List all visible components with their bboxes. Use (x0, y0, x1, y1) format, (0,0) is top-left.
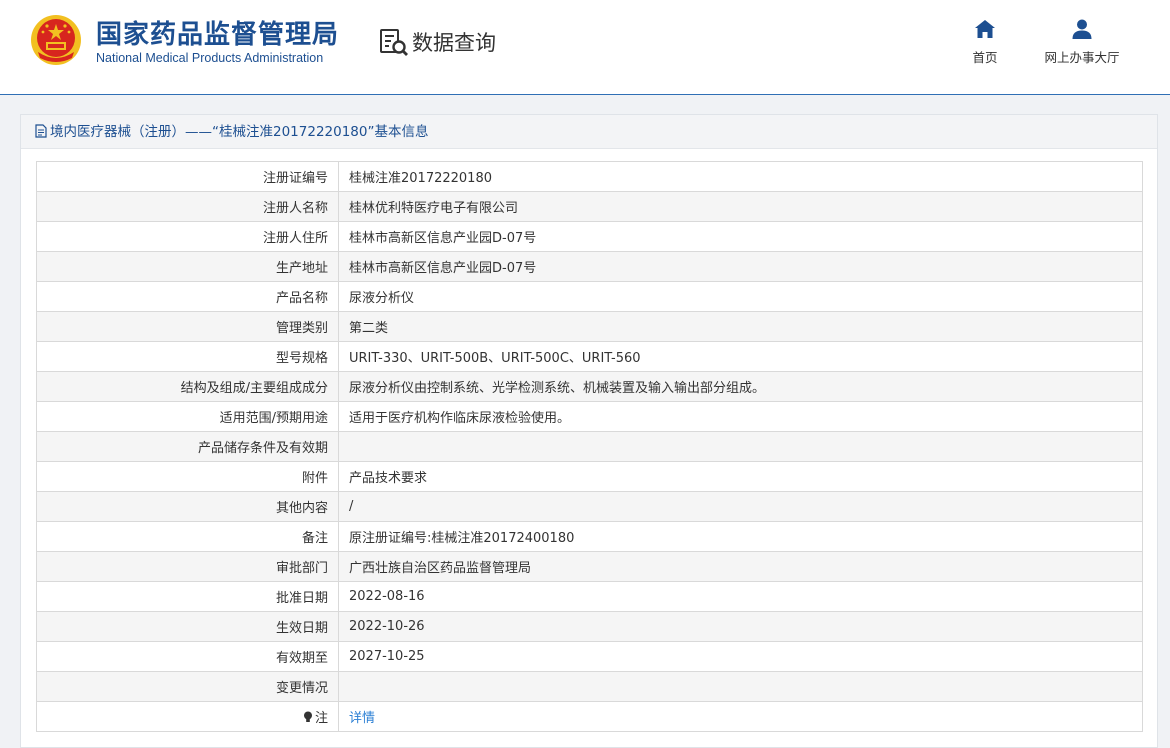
field-label: 注册人住所 (36, 221, 339, 252)
panel-title: 境内医疗器械（注册）——“桂械注准20172220180”基本信息 (21, 115, 1157, 149)
nav-online-service-hall[interactable]: 网上办事大厅 (1034, 18, 1130, 66)
field-value (338, 671, 1143, 702)
table-row: 附件 产品技术要求 (36, 461, 1143, 492)
table-row: 型号规格 URIT-330、URIT-500B、URIT-500C、URIT-56… (36, 341, 1143, 372)
registration-info-table: 注册证编号 桂械注准20172220180 注册人名称 桂林优利特医疗电子有限公司 注册… (36, 161, 1143, 732)
national-emblem-logo[interactable] (30, 14, 82, 66)
document-icon (35, 124, 47, 138)
nav-online-service-hall-label: 网上办事大厅 (1044, 50, 1120, 65)
field-value: 产品技术要求 (338, 461, 1143, 492)
field-value: 适用于医疗机构作临床尿液检验使用。 (338, 401, 1143, 432)
field-label: 型号规格 (36, 341, 339, 372)
table-row: 批准日期 2022-08-16 (36, 581, 1143, 612)
table-row: 注册人住所 桂林市高新区信息产业园D-07号 (36, 221, 1143, 252)
table-row: 有效期至 2027-10-25 (36, 641, 1143, 672)
field-label: 审批部门 (36, 551, 339, 582)
table-row: 管理类别 第二类 (36, 311, 1143, 342)
field-value: 尿液分析仪 (338, 281, 1143, 312)
note-value-cell: 详情 (338, 701, 1143, 732)
table-row: 注册人名称 桂林优利特医疗电子有限公司 (36, 191, 1143, 222)
site-header: 国家药品监督管理局 National Medical Products Admi… (0, 0, 1170, 95)
table-row: 其他内容 / (36, 491, 1143, 522)
brand-title-cn: 国家药品监督管理局 (96, 20, 340, 50)
table-row: 产品储存条件及有效期 (36, 431, 1143, 462)
lightbulb-icon (303, 711, 312, 722)
data-query-label: 数据查询 (412, 31, 496, 55)
table-row: 生产地址 桂林市高新区信息产业园D-07号 (36, 251, 1143, 282)
field-label: 其他内容 (36, 491, 339, 522)
field-label: 生产地址 (36, 251, 339, 282)
field-label: 管理类别 (36, 311, 339, 342)
field-value: 2027-10-25 (338, 641, 1143, 672)
table-row-note: 注 详情 (36, 701, 1143, 732)
home-icon (975, 20, 995, 38)
field-label: 产品名称 (36, 281, 339, 312)
table-row: 注册证编号 桂械注准20172220180 (36, 161, 1143, 192)
brand-title-en: National Medical Products Administration (96, 51, 324, 65)
details-link[interactable]: 详情 (349, 711, 375, 726)
note-key-label: 注 (314, 711, 328, 726)
table-row: 审批部门 广西壮族自治区药品监督管理局 (36, 551, 1143, 582)
field-label: 附件 (36, 461, 339, 492)
field-value: 桂林优利特医疗电子有限公司 (338, 191, 1143, 222)
table-row: 生效日期 2022-10-26 (36, 611, 1143, 642)
detail-panel: 境内医疗器械（注册）——“桂械注准20172220180”基本信息 注册证编号桂… (20, 114, 1158, 748)
field-label: 有效期至 (36, 641, 339, 672)
table-row: 变更情况 (36, 671, 1143, 702)
data-query-title: 数据查询 (378, 24, 496, 60)
field-label: 注册人名称 (36, 191, 339, 222)
field-value: 原注册证编号:桂械注准20172400180 (338, 521, 1143, 552)
nav-home-label: 首页 (972, 50, 998, 65)
field-value: 第二类 (338, 311, 1143, 342)
user-icon (1072, 19, 1092, 39)
field-value (338, 431, 1143, 462)
field-label: 结构及组成/主要组成成分 (36, 371, 339, 402)
note-key-cell: 注 (36, 701, 339, 732)
document-search-icon (380, 29, 408, 56)
field-value: 桂械注准20172220180 (338, 161, 1143, 192)
field-value: 2022-10-26 (338, 611, 1143, 642)
field-value: URIT-330、URIT-500B、URIT-500C、URIT-560 (338, 341, 1143, 372)
field-value: / (338, 491, 1143, 522)
field-label: 生效日期 (36, 611, 339, 642)
table-row: 适用范围/预期用途 适用于医疗机构作临床尿液检验使用。 (36, 401, 1143, 432)
table-row: 产品名称 尿液分析仪 (36, 281, 1143, 312)
table-row: 结构及组成/主要组成成分 尿液分析仪由控制系统、光学检测系统、机械装置及输入输出部… (36, 371, 1143, 402)
field-label: 适用范围/预期用途 (36, 401, 339, 432)
field-label: 注册证编号 (36, 161, 339, 192)
field-value: 2022-08-16 (338, 581, 1143, 612)
field-label: 批准日期 (36, 581, 339, 612)
table-row: 备注 原注册证编号:桂械注准20172400180 (36, 521, 1143, 552)
field-label: 变更情况 (36, 671, 339, 702)
field-value: 广西壮族自治区药品监督管理局 (338, 551, 1143, 582)
field-label: 备注 (36, 521, 339, 552)
panel-title-text: 境内医疗器械（注册）——“桂械注准20172220180”基本信息 (50, 124, 429, 140)
field-value: 桂林市高新区信息产业园D-07号 (338, 221, 1143, 252)
field-value: 桂林市高新区信息产业园D-07号 (338, 251, 1143, 282)
nav-home[interactable]: 首页 (962, 18, 1008, 66)
field-value: 尿液分析仪由控制系统、光学检测系统、机械装置及输入输出部分组成。 (338, 371, 1143, 402)
field-label: 产品储存条件及有效期 (36, 431, 339, 462)
